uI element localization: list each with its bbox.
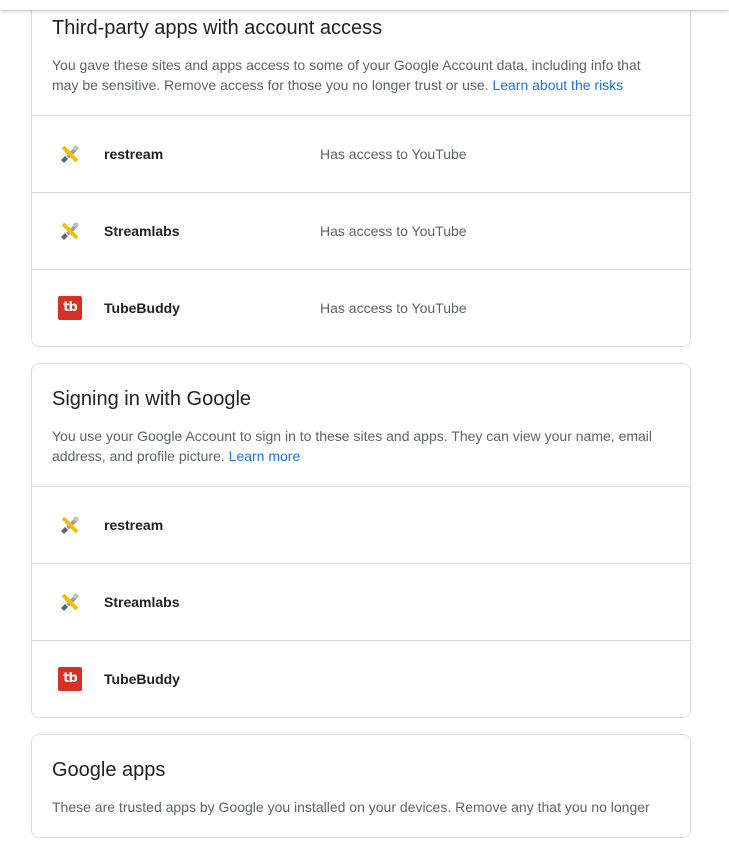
app-name: restream xyxy=(104,146,164,162)
app-access-text: Has access to YouTube xyxy=(320,146,467,162)
app-name: Streamlabs xyxy=(104,594,180,610)
app-row-restream[interactable]: restream Has access to YouTube xyxy=(32,116,690,193)
card-header: Google apps These are trusted apps by Go… xyxy=(32,735,690,837)
default-app-icon xyxy=(58,219,82,243)
third-party-access-card: Third-party apps with account access You… xyxy=(31,0,691,347)
tubebuddy-glyph: tb xyxy=(58,667,82,691)
signing-in-with-google-card: Signing in with Google You use your Goog… xyxy=(31,363,691,718)
app-row-streamlabs[interactable]: Streamlabs Has access to YouTube xyxy=(32,193,690,270)
page-content: Third-party apps with account access You… xyxy=(31,0,691,854)
default-app-icon xyxy=(58,513,82,537)
card-description: You use your Google Account to sign in t… xyxy=(52,426,670,466)
google-apps-card: Google apps These are trusted apps by Go… xyxy=(31,734,691,838)
tubebuddy-glyph: tb xyxy=(58,296,82,320)
app-row-tubebuddy[interactable]: tb TubeBuddy Has access to YouTube xyxy=(32,270,690,346)
card-header: Third-party apps with account access You… xyxy=(32,0,690,116)
tubebuddy-logo-icon: tb xyxy=(58,296,82,320)
app-name: restream xyxy=(104,517,164,533)
default-app-icon xyxy=(58,590,82,614)
top-app-bar-edge xyxy=(0,0,729,10)
tubebuddy-logo-icon: tb xyxy=(58,667,82,691)
card-title: Google apps xyxy=(52,759,166,781)
signin-row-streamlabs[interactable]: Streamlabs xyxy=(32,564,690,641)
card-title: Signing in with Google xyxy=(52,388,252,410)
app-name: TubeBuddy xyxy=(104,671,180,687)
app-access-text: Has access to YouTube xyxy=(320,223,467,239)
card-description: You gave these sites and apps access to … xyxy=(52,55,670,95)
app-name: Streamlabs xyxy=(104,223,180,239)
card-header: Signing in with Google You use your Goog… xyxy=(32,364,690,487)
app-name: TubeBuddy xyxy=(104,300,180,316)
signin-row-restream[interactable]: restream xyxy=(32,487,690,564)
card-title: Third-party apps with account access xyxy=(52,17,383,39)
app-access-text: Has access to YouTube xyxy=(320,300,467,316)
learn-more-link[interactable]: Learn more xyxy=(229,448,301,464)
description-text: You use your Google Account to sign in t… xyxy=(52,428,653,464)
signin-row-tubebuddy[interactable]: tb TubeBuddy xyxy=(32,641,690,717)
learn-about-risks-link[interactable]: Learn about the risks xyxy=(492,77,623,93)
default-app-icon xyxy=(58,142,82,166)
card-description: These are trusted apps by Google you ins… xyxy=(52,799,650,815)
